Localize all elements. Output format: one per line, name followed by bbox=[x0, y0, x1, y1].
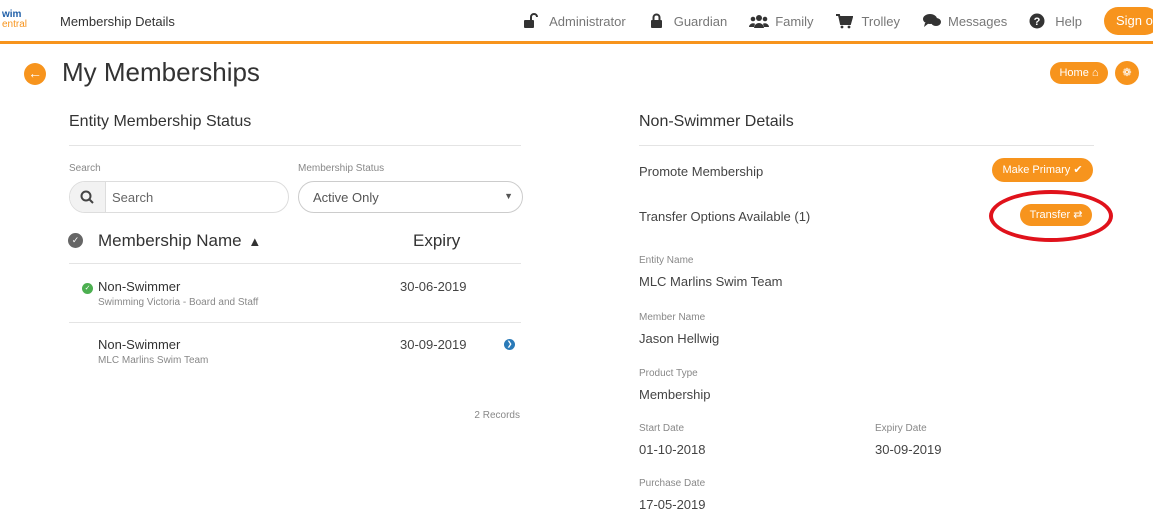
nav-label: Administrator bbox=[549, 13, 626, 29]
search-icon-button[interactable] bbox=[70, 182, 106, 212]
start-date-label: Start Date bbox=[639, 423, 685, 434]
lock-icon bbox=[648, 13, 666, 29]
nav-messages[interactable]: Messages bbox=[922, 13, 1007, 29]
status-select-value: Active Only bbox=[313, 190, 379, 205]
chat-icon bbox=[922, 13, 941, 29]
chevron-right-icon[interactable]: ❯ bbox=[504, 339, 515, 350]
start-date-value: 01-10-2018 bbox=[639, 442, 706, 457]
nav-label: Messages bbox=[948, 13, 1008, 29]
search-icon bbox=[80, 190, 94, 204]
back-button[interactable]: ← bbox=[24, 63, 46, 85]
nav-label: Family bbox=[775, 13, 814, 29]
row-entity-name: Swimming Victoria - Board and Staff bbox=[98, 297, 259, 308]
sign-out-button[interactable]: Sign o bbox=[1104, 7, 1153, 35]
records-count: 2 Records bbox=[474, 410, 520, 421]
select-all-check-icon[interactable]: ✓ bbox=[68, 233, 83, 248]
home-button[interactable]: Home ⌂ bbox=[1050, 62, 1108, 84]
entity-name-value: MLC Marlins Swim Team bbox=[639, 274, 783, 289]
nav-trolley[interactable]: Trolley bbox=[835, 13, 900, 29]
column-header-membership-name[interactable]: Membership Name ▲ bbox=[98, 231, 261, 251]
search-field bbox=[69, 181, 289, 213]
purchase-date-label: Purchase Date bbox=[639, 478, 706, 489]
users-icon bbox=[749, 13, 770, 29]
home-button-label: Home bbox=[1059, 67, 1089, 79]
product-type-label: Product Type bbox=[639, 368, 698, 379]
page-title: My Memberships bbox=[62, 57, 260, 87]
active-check-icon: ✓ bbox=[82, 283, 93, 294]
help-icon: ? bbox=[1029, 13, 1047, 29]
row-expiry: 30-09-2019 bbox=[400, 337, 467, 352]
member-name-value: Jason Hellwig bbox=[639, 331, 720, 346]
svg-text:?: ? bbox=[1034, 16, 1041, 28]
purchase-date-value: 17-05-2019 bbox=[639, 497, 706, 512]
nav-label: Guardian bbox=[673, 13, 728, 29]
app-logo[interactable]: wim entral bbox=[2, 10, 42, 30]
section-title-membership-status: Entity Membership Status bbox=[69, 113, 252, 130]
make-primary-label: Make Primary bbox=[1002, 164, 1071, 176]
transfer-options-label: Transfer Options Available (1) bbox=[639, 209, 811, 224]
nav-label: Trolley bbox=[861, 13, 900, 29]
top-bar: wim entral Membership Details Administra… bbox=[0, 0, 1153, 44]
highlight-circle-annotation bbox=[989, 190, 1113, 242]
row-expiry: 30-06-2019 bbox=[400, 279, 467, 294]
divider bbox=[639, 145, 1094, 146]
promote-membership-label: Promote Membership bbox=[639, 164, 764, 179]
entity-name-label: Entity Name bbox=[639, 255, 694, 266]
home-icon: ⌂ bbox=[1091, 67, 1099, 79]
membership-status-select[interactable]: Active Only ▼ bbox=[298, 181, 523, 213]
tag-button[interactable]: ❁ bbox=[1115, 61, 1139, 85]
row-membership-name[interactable]: Non-Swimmer bbox=[98, 337, 180, 352]
column-header-expiry[interactable]: Expiry bbox=[413, 231, 460, 251]
divider bbox=[69, 322, 521, 323]
expiry-date-label: Expiry Date bbox=[875, 423, 927, 434]
arrow-left-icon: ← bbox=[28, 65, 42, 81]
tag-icon: ❁ bbox=[1122, 67, 1132, 79]
search-input[interactable] bbox=[112, 187, 282, 207]
nav-administrator[interactable]: Administrator bbox=[523, 13, 626, 29]
caret-down-icon: ▼ bbox=[504, 191, 513, 201]
nav-family[interactable]: Family bbox=[749, 13, 813, 29]
sort-up-icon: ▲ bbox=[248, 234, 262, 249]
search-label: Search bbox=[69, 163, 101, 174]
product-type-value: Membership bbox=[639, 387, 711, 402]
divider bbox=[69, 263, 521, 264]
expiry-date-value: 30-09-2019 bbox=[875, 442, 942, 457]
unlock-icon bbox=[523, 13, 541, 29]
make-primary-button[interactable]: Make Primary ✔ bbox=[992, 158, 1093, 182]
nav-guardian[interactable]: Guardian bbox=[648, 13, 727, 29]
divider bbox=[69, 145, 521, 146]
row-membership-name[interactable]: Non-Swimmer bbox=[98, 279, 180, 294]
nav-help[interactable]: ? Help bbox=[1029, 13, 1082, 29]
check-icon: ✔ bbox=[1073, 164, 1083, 176]
app-title: Membership Details bbox=[60, 14, 175, 29]
status-label: Membership Status bbox=[298, 163, 385, 174]
top-nav: Administrator Guardian Family Trolley Me… bbox=[523, 6, 1153, 36]
nav-label: Help bbox=[1055, 13, 1082, 29]
cart-icon bbox=[835, 13, 854, 29]
member-name-label: Member Name bbox=[639, 312, 706, 323]
column-header-label: Membership Name bbox=[98, 231, 242, 250]
row-entity-name: MLC Marlins Swim Team bbox=[98, 355, 209, 366]
logo-text-line2: entral bbox=[2, 19, 28, 30]
section-title-details: Non-Swimmer Details bbox=[639, 113, 794, 130]
